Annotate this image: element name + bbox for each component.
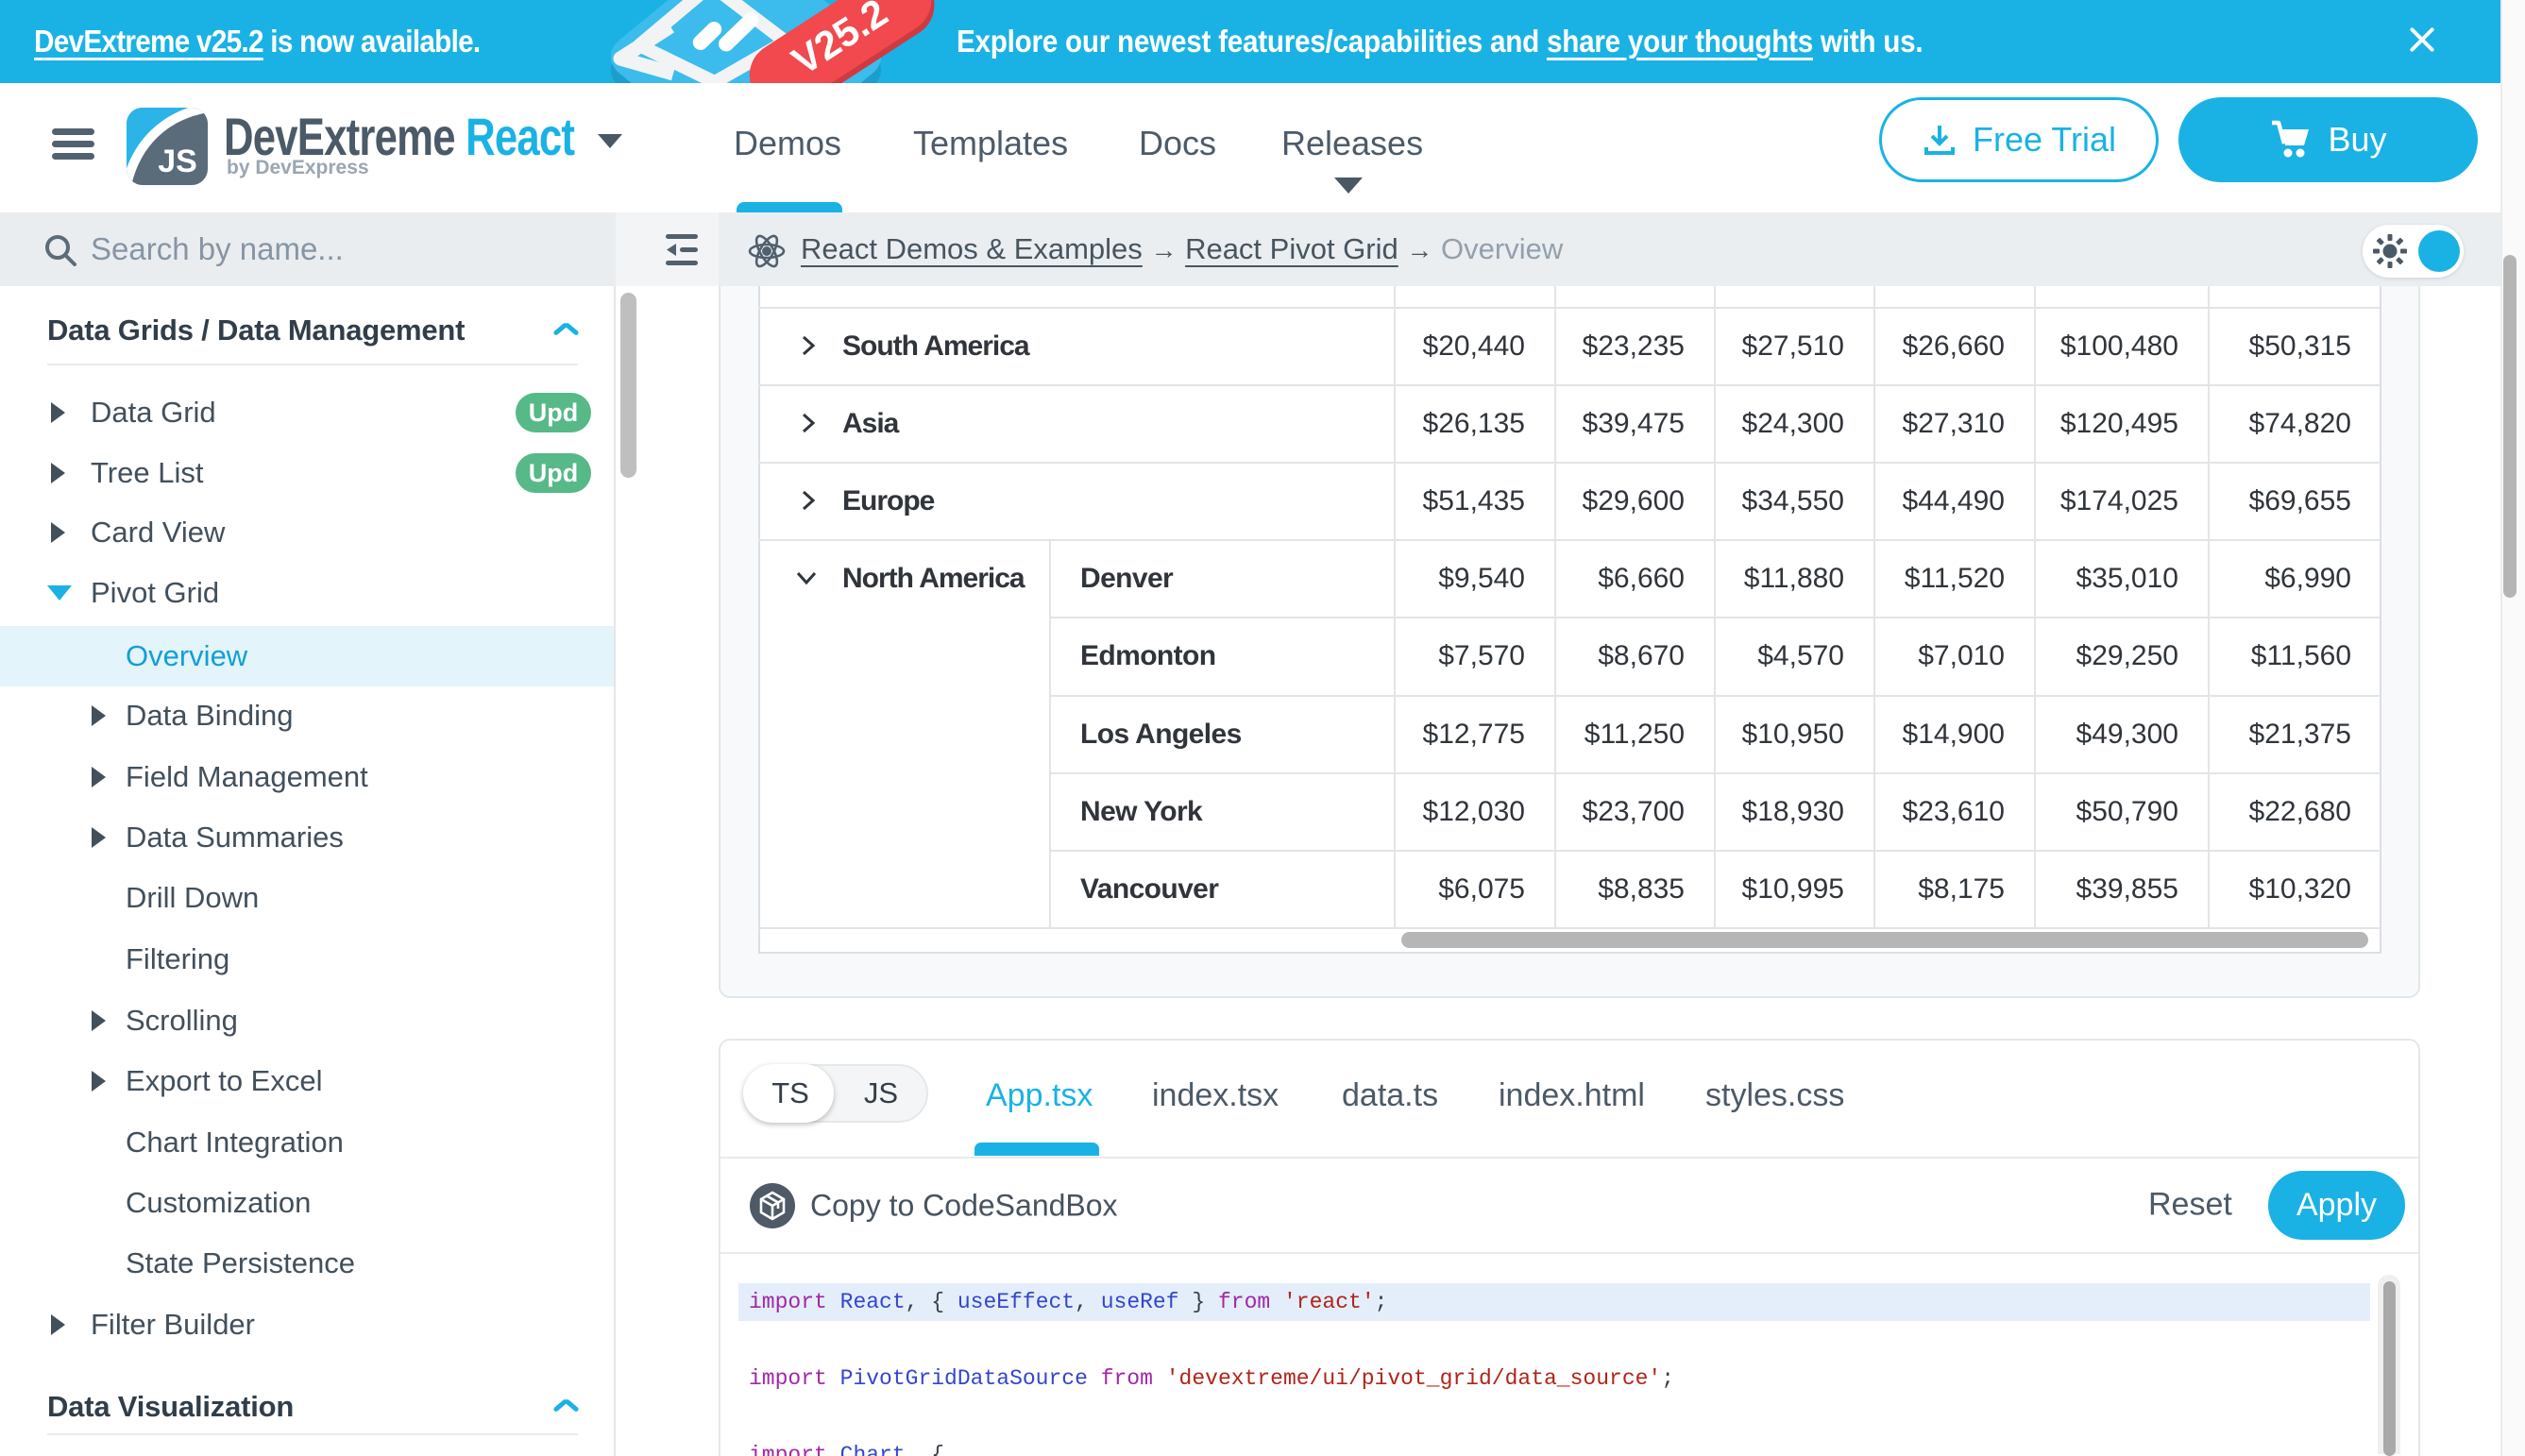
svg-text:JS: JS (158, 144, 197, 179)
